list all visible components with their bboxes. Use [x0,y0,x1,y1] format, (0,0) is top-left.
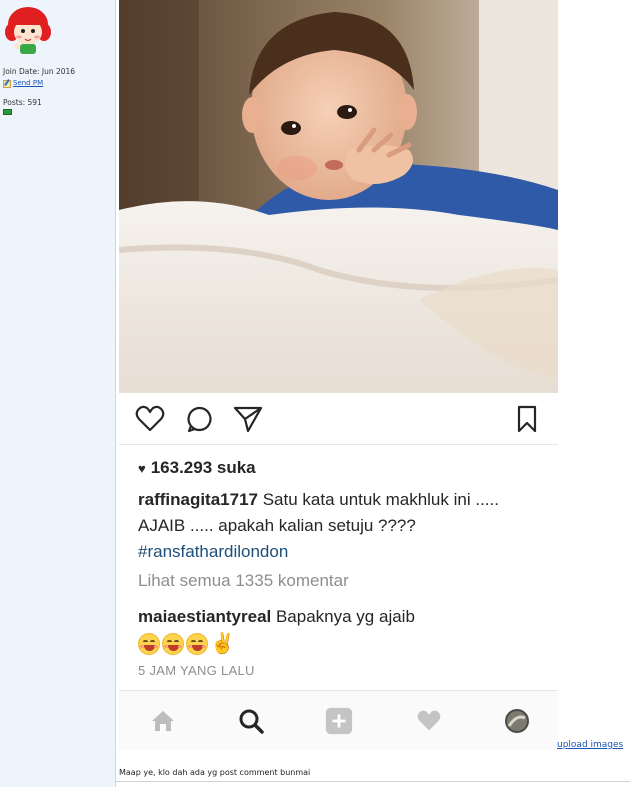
small-heart-icon: ♥ [138,460,146,476]
search-icon [239,709,264,734]
grinning-emoji-icon [186,633,208,655]
nav-add-post[interactable] [325,707,353,735]
instagram-bottom-nav [119,690,558,750]
profile-avatar-icon [505,709,529,733]
user-info: Join Date: Jun 2016 Send PM Posts: 591 [3,66,75,115]
post-action-bar [119,393,558,445]
view-all-comments-link[interactable]: Lihat semua 1335 komentar [138,571,349,591]
send-pm-link[interactable]: Send PM [13,78,43,89]
bookmark-icon[interactable] [516,405,538,433]
forum-user-panel: Join Date: Jun 2016 Send PM Posts: 591 [0,0,116,787]
baby-photo [119,0,558,393]
grinning-emoji-icon [138,633,160,655]
post-timestamp: 5 JAM YANG LALU [138,663,255,678]
nav-search[interactable] [237,707,265,735]
like-count[interactable]: ♥ 163.293 suka [138,458,256,478]
comment-emojis: ✌ [138,632,543,656]
caption-hashtag[interactable]: #ransfathardilondon [138,542,288,561]
share-send-icon[interactable] [233,405,263,433]
post-count: Posts: 591 [3,98,42,107]
user-avatar[interactable] [4,2,52,56]
nav-home[interactable] [149,707,177,735]
country-flag-icon [3,109,12,115]
like-count-text: 163.293 suka [150,458,256,477]
add-post-icon [325,707,353,735]
send-pm-row[interactable]: Send PM [3,78,75,89]
join-date: Join Date: Jun 2016 [3,67,76,76]
grinning-emoji-icon [162,633,184,655]
like-heart-icon[interactable] [135,405,165,433]
comment-item: maiaestiantyreal Bapaknya yg ajaib ✌ [138,604,543,656]
peace-hand-emoji-icon: ✌ [210,633,235,655]
caption-username[interactable]: raffinagita1717 [138,490,258,509]
instagram-screenshot: ♥ 163.293 suka raffinagita1717 Satu kata… [119,0,558,750]
post-divider [116,781,630,782]
pm-pencil-icon [3,79,11,88]
forum-post-text: Maap ye, klo dah ada yg post comment bun… [119,768,311,777]
home-icon [152,711,174,731]
post-content: ♥ 163.293 suka raffinagita1717 Satu kata… [116,0,630,787]
comment-text: Bapaknya yg ajaib [271,607,415,626]
comment-bubble-icon[interactable] [186,405,214,433]
activity-heart-icon [417,710,441,731]
nav-activity[interactable] [415,707,443,735]
post-caption: raffinagita1717 Satu kata untuk makhluk … [138,487,543,565]
comment-username[interactable]: maiaestiantyreal [138,607,271,626]
upload-images-link[interactable]: upload images [557,740,623,750]
nav-profile[interactable] [503,707,531,735]
